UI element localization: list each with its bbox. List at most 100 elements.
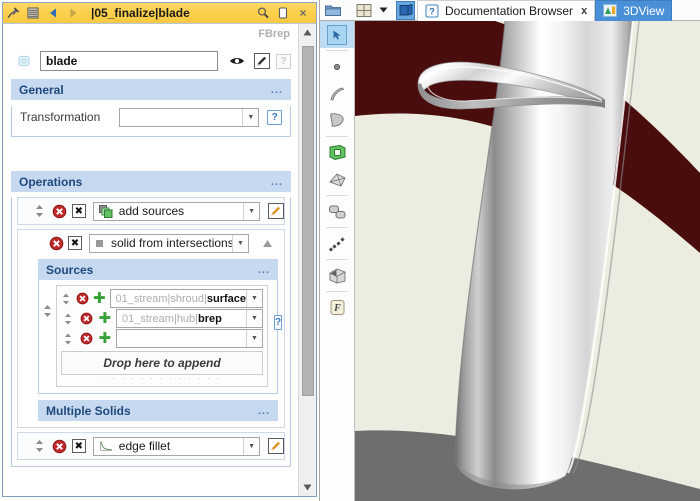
scrollbar-thumb[interactable]: [302, 46, 314, 396]
drop-append-label: Drop here to append: [103, 356, 221, 370]
add-sources-icon: [98, 204, 113, 218]
add-icon[interactable]: ✚: [98, 331, 112, 347]
copy-icon[interactable]: [273, 4, 293, 23]
collapse-up-icon[interactable]: [259, 235, 275, 251]
chevron-down-icon[interactable]: ▼: [232, 234, 248, 252]
right-pane: ? Documentation Browser x 3DView F: [320, 0, 700, 501]
chevron-down-icon[interactable]: [376, 0, 390, 21]
forward-arrow-icon[interactable]: [63, 4, 83, 23]
operation-combo[interactable]: edge fillet ▼: [92, 436, 261, 456]
add-icon[interactable]: ✚: [93, 291, 106, 307]
section-sources-more[interactable]: ...: [258, 264, 270, 276]
reorder-handle-icon[interactable]: [32, 438, 48, 454]
curve-tool[interactable]: [320, 80, 354, 107]
menu-icon[interactable]: [23, 4, 43, 23]
scroll-up-button[interactable]: [299, 24, 316, 41]
panel-body: FBrep blade ? General ... Transformation…: [2, 23, 317, 497]
delete-icon[interactable]: [79, 311, 93, 327]
delete-icon[interactable]: [52, 203, 68, 219]
section-operations-body: ✖ add sources ▼ ✖ solid from intersectio…: [11, 197, 291, 467]
section-operations-more[interactable]: ...: [271, 176, 283, 188]
operation-edit-icon[interactable]: [268, 438, 284, 454]
reorder-handle-icon[interactable]: [61, 291, 72, 307]
section-multiple-solids-header[interactable]: Multiple Solids ...: [38, 400, 278, 421]
help-icon[interactable]: ?: [276, 53, 291, 69]
section-general-header[interactable]: General ...: [11, 79, 291, 100]
tab-3dview[interactable]: 3DView: [595, 0, 673, 21]
operation-combo[interactable]: add sources ▼: [92, 201, 261, 221]
back-arrow-icon[interactable]: [43, 4, 63, 23]
eye-icon[interactable]: [226, 52, 248, 70]
sources-help-icon[interactable]: ?: [274, 315, 283, 330]
section-sources: Sources ... ✚ 01_stream|shroud| surface …: [38, 259, 283, 394]
object-name-row: ?: [3, 46, 298, 76]
chevron-down-icon[interactable]: ▼: [246, 290, 262, 307]
view-3d-icon[interactable]: [396, 0, 415, 20]
delete-icon[interactable]: [79, 331, 93, 347]
transformation-help-icon[interactable]: ?: [267, 109, 282, 125]
source-combo[interactable]: ▼: [115, 329, 264, 348]
tab-documentation-browser[interactable]: ? Documentation Browser x: [417, 0, 596, 21]
pencil-icon[interactable]: [254, 53, 270, 69]
source-combo[interactable]: 01_stream|shroud| surface ▼: [109, 289, 263, 308]
section-multiple-solids-more[interactable]: ...: [258, 405, 270, 417]
section-general-more[interactable]: ...: [271, 84, 283, 96]
reorder-handle-icon[interactable]: [61, 311, 75, 327]
pin-icon[interactable]: [3, 4, 23, 23]
panel-scrollbar[interactable]: [298, 24, 316, 496]
layout-grid-icon[interactable]: [351, 0, 376, 21]
section-general: General ... Transformation ▼ ?: [11, 79, 291, 137]
operation-label: add sources: [118, 204, 185, 218]
reorder-handle-icon[interactable]: [32, 203, 48, 219]
close-icon[interactable]: ×: [293, 4, 313, 23]
chevron-down-icon[interactable]: ▼: [243, 437, 260, 455]
operation-edit-icon[interactable]: [268, 203, 284, 219]
formula-tool[interactable]: F: [320, 294, 354, 321]
tab-close-icon[interactable]: x: [581, 5, 587, 17]
search-icon[interactable]: [253, 4, 273, 23]
delete-icon[interactable]: [52, 438, 68, 454]
brep-tool[interactable]: [320, 139, 354, 166]
operation-combo[interactable]: solid from intersections ▼: [89, 233, 249, 253]
section-sources-header[interactable]: Sources ...: [38, 259, 278, 280]
point-tool[interactable]: [320, 53, 354, 80]
points-cloud-tool[interactable]: [320, 230, 354, 257]
resize-grip[interactable]: · · · · · · · · · · · · ·: [61, 374, 263, 383]
application-window: |05_finalize|blade × FBrep blade ? Gener…: [0, 0, 700, 501]
select-arrow-tool[interactable]: [320, 21, 354, 48]
delete-icon[interactable]: [48, 235, 64, 251]
extrude-tool[interactable]: [320, 262, 354, 289]
reorder-handle-icon[interactable]: [43, 303, 52, 319]
section-general-body: Transformation ▼ ?: [11, 106, 291, 137]
chevron-down-icon[interactable]: ▼: [243, 202, 260, 220]
top-toolbar: ? Documentation Browser x 3DView: [320, 0, 700, 21]
source-combo[interactable]: 01_stream|hub| brep ▼: [115, 309, 264, 328]
transformation-combo[interactable]: ▼: [119, 107, 260, 127]
source-leaf: surface: [206, 292, 246, 305]
section-multiple-solids-title: Multiple Solids: [46, 403, 131, 418]
reorder-handle-icon[interactable]: [61, 331, 75, 347]
surface-tool[interactable]: [320, 107, 354, 134]
scroll-down-button[interactable]: [299, 479, 316, 496]
drop-append-zone[interactable]: Drop here to append: [61, 351, 263, 375]
disable-checkbox[interactable]: ✖: [71, 204, 86, 218]
disable-checkbox[interactable]: ✖: [68, 236, 82, 250]
disable-checkbox[interactable]: ✖: [71, 439, 86, 453]
property-panel: |05_finalize|blade × FBrep blade ? Gener…: [0, 0, 320, 501]
panel-scroll-area: FBrep blade ? General ... Transformation…: [3, 24, 298, 496]
add-icon[interactable]: ✚: [98, 311, 112, 327]
3d-viewport[interactable]: [355, 21, 700, 501]
tab-label: 3DView: [623, 3, 665, 18]
section-sources-body: ✚ 01_stream|shroud| surface ▼ ✚ 01_strea…: [38, 280, 283, 394]
section-operations-header[interactable]: Operations ...: [11, 171, 291, 192]
object-name-input[interactable]: [40, 51, 218, 71]
folder-icon[interactable]: [320, 0, 345, 21]
chevron-down-icon[interactable]: ▼: [246, 330, 263, 347]
assembly-tool[interactable]: [320, 198, 354, 225]
chevron-down-icon[interactable]: ▼: [246, 310, 263, 327]
delete-icon[interactable]: [76, 291, 89, 307]
mesh-tool[interactable]: [320, 166, 354, 193]
chevron-down-icon[interactable]: ▼: [242, 108, 259, 126]
titlebar-buttons: ×: [253, 4, 316, 23]
object-type-label: FBrep: [258, 28, 290, 40]
